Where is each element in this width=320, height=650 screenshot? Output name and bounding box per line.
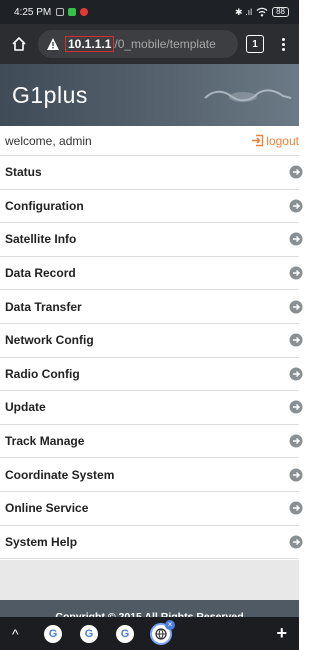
- logout-icon: [252, 134, 264, 147]
- menu-item-network-config[interactable]: Network Config: [0, 324, 303, 358]
- tab-switcher-button[interactable]: 1: [246, 35, 264, 53]
- menu-item-label: Satellite Info: [5, 232, 77, 247]
- logout-label: logout: [266, 133, 299, 148]
- circle-arrow-right-icon: [289, 199, 303, 213]
- circle-arrow-right-icon: [289, 367, 303, 381]
- menu-item-label: Data Transfer: [5, 299, 82, 314]
- url-host: 10.1.1.1: [65, 36, 115, 52]
- warning-icon: [47, 38, 59, 50]
- menu-item-label: Track Manage: [5, 434, 85, 449]
- circle-arrow-right-icon: [289, 535, 303, 549]
- circle-arrow-right-icon: [289, 400, 303, 414]
- menu-item-label: System Help: [5, 534, 78, 549]
- new-tab-button[interactable]: +: [276, 623, 287, 644]
- menu-item-label: Radio Config: [5, 366, 80, 381]
- circle-arrow-right-icon: [289, 300, 303, 314]
- header-decoration-icon: [204, 89, 292, 102]
- settings-status-icon: [56, 8, 65, 16]
- menu-item-label: Coordinate System: [5, 467, 115, 482]
- notification-icon: [80, 8, 89, 16]
- circle-arrow-right-icon: [289, 434, 303, 448]
- more-dot-icon: [281, 37, 285, 41]
- app-status-icon: [68, 8, 77, 16]
- active-tab-button[interactable]: ×: [150, 619, 175, 645]
- menu-item-label: Data Record: [5, 266, 76, 281]
- menu-item-status[interactable]: Status: [0, 156, 303, 190]
- logout-link[interactable]: logout: [251, 134, 299, 148]
- menu-item-label: Status: [5, 165, 42, 180]
- circle-arrow-right-icon: [289, 501, 303, 515]
- browser-bottom-bar: ^ G G G × +: [0, 617, 299, 650]
- menu-item-data-transfer[interactable]: Data Transfer: [0, 290, 303, 324]
- close-tab-icon[interactable]: ×: [165, 619, 175, 630]
- main-menu: Status Configuration Satellite Info Data…: [0, 156, 303, 560]
- browser-toolbar: 10.1.1.1 /0_mobile/template 1: [0, 24, 299, 64]
- footer-spacer: [0, 560, 299, 600]
- circle-arrow-right-icon: [289, 266, 303, 280]
- circle-arrow-right-icon: [289, 232, 303, 246]
- signal-text: ✱ .ıl: [235, 6, 253, 17]
- menu-item-label: Update: [5, 400, 46, 415]
- status-right: ✱ .ıl 88: [235, 7, 289, 18]
- menu-item-coordinate-system[interactable]: Coordinate System: [0, 458, 303, 492]
- menu-item-track-manage[interactable]: Track Manage: [0, 425, 303, 459]
- menu-item-label: Configuration: [5, 198, 84, 213]
- menu-item-radio-config[interactable]: Radio Config: [0, 358, 303, 392]
- circle-arrow-right-icon: [289, 468, 303, 482]
- menu-item-system-help[interactable]: System Help: [0, 526, 303, 560]
- status-bar: 4:25 PM ✱ .ıl 88: [0, 0, 299, 24]
- menu-item-update[interactable]: Update: [0, 391, 303, 425]
- menu-item-label: Online Service: [5, 501, 89, 516]
- more-dot-icon: [281, 47, 285, 51]
- app-title: G1plus: [12, 81, 88, 108]
- clock: 4:25 PM: [14, 6, 52, 18]
- welcome-row: welcome, admin logout: [0, 126, 299, 156]
- url-path: /0_mobile/template: [114, 37, 216, 51]
- google-tab-button[interactable]: G: [80, 624, 98, 643]
- app-header: G1plus: [0, 64, 299, 126]
- menu-item-configuration[interactable]: Configuration: [0, 190, 303, 224]
- battery-indicator: 88: [272, 7, 289, 17]
- menu-item-data-record[interactable]: Data Record: [0, 257, 303, 291]
- home-button[interactable]: [8, 33, 30, 55]
- menu-item-online-service[interactable]: Online Service: [0, 492, 303, 526]
- wifi-icon: [256, 7, 268, 17]
- menu-item-satellite-info[interactable]: Satellite Info: [0, 223, 303, 257]
- welcome-text: welcome, admin: [5, 133, 92, 148]
- address-bar[interactable]: 10.1.1.1 /0_mobile/template: [38, 30, 238, 58]
- circle-arrow-right-icon: [289, 333, 303, 347]
- browser-menu-button[interactable]: [278, 33, 288, 55]
- chevron-up-icon[interactable]: ^: [12, 626, 26, 642]
- globe-icon: [155, 627, 167, 640]
- google-tab-button[interactable]: G: [44, 624, 62, 643]
- google-tab-button[interactable]: G: [116, 624, 134, 643]
- home-icon: [12, 37, 26, 51]
- circle-arrow-right-icon: [289, 165, 303, 179]
- more-dot-icon: [281, 42, 285, 46]
- menu-item-label: Network Config: [5, 333, 94, 348]
